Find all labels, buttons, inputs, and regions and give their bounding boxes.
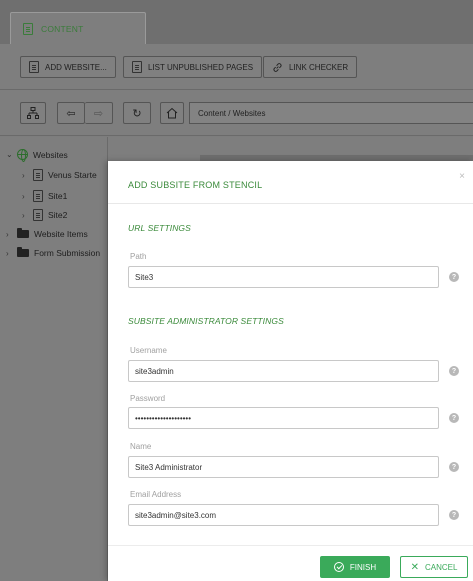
add-website-button[interactable]: ADD WEBSITE... <box>20 56 116 78</box>
password-input[interactable] <box>128 407 439 429</box>
help-icon[interactable]: ? <box>449 413 459 423</box>
content-toolbar: ADD WEBSITE... LIST UNPUBLISHED PAGES LI… <box>0 44 473 90</box>
folder-icon <box>17 247 29 257</box>
help-icon[interactable]: ? <box>449 366 459 376</box>
list-unpublished-pages-button[interactable]: LIST UNPUBLISHED PAGES <box>123 56 263 78</box>
chevron-right-icon: › <box>6 248 9 258</box>
chevron-right-icon: › <box>22 210 25 220</box>
tree-node-venus[interactable]: › Venus Starte <box>22 169 97 181</box>
site-tree: ⌄ Websites › Venus Starte › Site1 › Site… <box>0 137 108 581</box>
dialog-header: ADD SUBSITE FROM STENCIL × <box>108 161 473 204</box>
refresh-icon: ↻ <box>132 107 142 120</box>
tree-node-label: Site2 <box>48 210 68 220</box>
path-input[interactable] <box>128 266 439 288</box>
username-input[interactable] <box>128 360 439 382</box>
tree-node-label: Website Items <box>34 229 88 239</box>
email-input[interactable] <box>128 504 439 526</box>
list-icon <box>132 61 142 73</box>
tab-content-label: CONTENT <box>41 23 84 34</box>
folder-icon <box>17 228 29 238</box>
tree-node-label: Site1 <box>48 191 68 201</box>
path-label: Path <box>130 252 147 261</box>
tree-node-websites[interactable]: ⌄ Websites <box>6 149 68 162</box>
home-icon <box>166 107 178 119</box>
close-icon[interactable]: × <box>459 171 465 182</box>
chevron-right-icon: › <box>6 229 9 239</box>
dialog-footer: FINISH ✕ CANCEL <box>108 545 473 581</box>
document-icon <box>33 209 43 221</box>
document-icon <box>23 22 33 35</box>
refresh-button[interactable]: ↻ <box>123 102 151 124</box>
finish-button[interactable]: FINISH <box>320 556 390 578</box>
tree-node-label: Venus Starte <box>48 170 97 180</box>
name-input[interactable] <box>128 456 439 478</box>
sitemap-button[interactable] <box>20 102 46 124</box>
add-document-icon <box>29 61 39 73</box>
help-icon[interactable]: ? <box>449 272 459 282</box>
password-label: Password <box>130 394 166 403</box>
tree-node-site1[interactable]: › Site1 <box>22 190 67 202</box>
chevron-right-icon: › <box>22 170 25 180</box>
admin-settings-heading: SUBSITE ADMINISTRATOR SETTINGS <box>128 316 284 326</box>
tab-content[interactable]: CONTENT <box>10 12 146 44</box>
chevron-right-icon: › <box>22 191 25 201</box>
sitemap-icon <box>27 107 39 119</box>
check-circle-icon <box>333 562 344 572</box>
list-unpublished-label: LIST UNPUBLISHED PAGES <box>148 62 254 72</box>
username-label: Username <box>130 346 167 355</box>
link-checker-label: LINK CHECKER <box>289 62 349 72</box>
globe-icon <box>17 149 28 162</box>
help-icon[interactable]: ? <box>449 462 459 472</box>
link-icon <box>273 62 282 72</box>
tree-node-site2[interactable]: › Site2 <box>22 209 67 221</box>
home-button[interactable] <box>160 102 184 124</box>
cancel-label: CANCEL <box>424 562 458 572</box>
back-button[interactable]: ⇦ <box>57 102 85 124</box>
link-checker-button[interactable]: LINK CHECKER <box>263 56 358 78</box>
forward-button[interactable]: ⇨ <box>85 102 113 124</box>
dialog-title: ADD SUBSITE FROM STENCIL <box>128 180 263 190</box>
finish-label: FINISH <box>349 562 377 572</box>
tree-node-website-items[interactable]: › Website Items <box>6 228 88 239</box>
document-icon <box>33 190 43 202</box>
url-settings-heading: URL SETTINGS <box>128 223 191 233</box>
chevron-down-icon: ⌄ <box>6 150 13 159</box>
tree-node-label: Websites <box>33 149 68 160</box>
tree-node-form-submissions[interactable]: › Form Submission <box>6 247 101 258</box>
arrow-left-icon: ⇦ <box>66 107 76 120</box>
tree-node-label: Form Submission <box>34 248 101 258</box>
name-label: Name <box>130 442 152 451</box>
help-icon[interactable]: ? <box>449 510 459 520</box>
cancel-button[interactable]: ✕ CANCEL <box>400 556 468 578</box>
navigation-bar: ⇦ ⇨ ↻ Content / Websites <box>0 90 473 136</box>
arrow-right-icon: ⇨ <box>93 107 104 120</box>
document-icon <box>33 169 43 181</box>
add-website-label: ADD WEBSITE... <box>45 62 107 72</box>
tab-bar: CONTENT <box>0 0 473 44</box>
breadcrumb: Content / Websites <box>189 102 473 124</box>
add-subsite-dialog: ADD SUBSITE FROM STENCIL × URL SETTINGS … <box>108 161 473 581</box>
close-icon: ✕ <box>410 561 419 573</box>
email-label: Email Address <box>130 490 182 499</box>
breadcrumb-text: Content / Websites <box>198 108 266 118</box>
